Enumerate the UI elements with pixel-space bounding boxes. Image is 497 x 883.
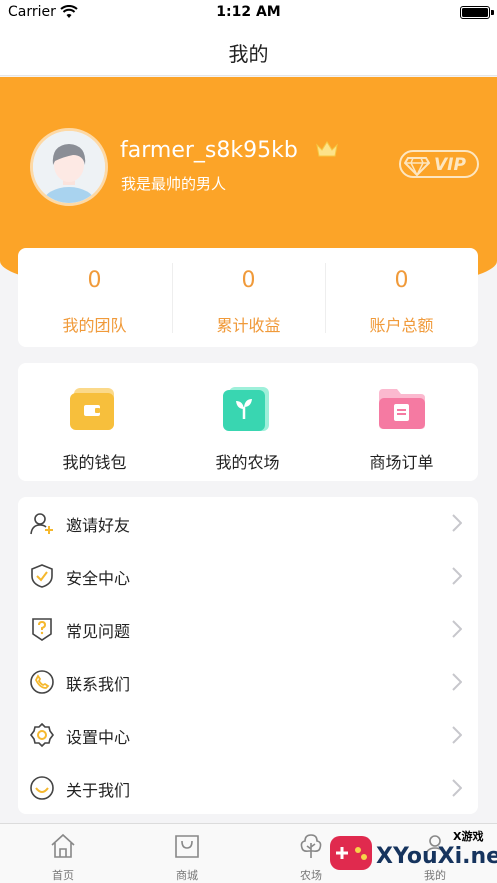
stat-label: 累计收益 [216, 316, 281, 335]
chevron-right-icon [452, 620, 463, 642]
crown-icon [315, 140, 339, 162]
stats-card: 0 我的团队 0 累计收益 0 账户总额 [18, 248, 478, 347]
stat-total-earnings[interactable]: 0 累计收益 [172, 248, 325, 347]
menu-item-contact-us[interactable]: 联系我们 [18, 656, 478, 709]
stat-label: 我的团队 [62, 316, 127, 335]
menu-item-about-us[interactable]: 关于我们 [18, 762, 478, 815]
vip-label: VIP [434, 155, 466, 175]
invite-friend-icon [30, 511, 54, 535]
nav-bar: 我的 [0, 26, 497, 76]
status-bar: Carrier 1:12 AM [0, 0, 497, 26]
menu-label: 关于我们 [66, 781, 131, 800]
quick-actions-card: 我的钱包 我的农场 商场订单 [18, 363, 478, 481]
battery-nub [491, 10, 494, 15]
chevron-right-icon [452, 673, 463, 695]
menu-label: 设置中心 [66, 728, 131, 747]
chevron-right-icon [452, 514, 463, 536]
stat-value: 0 [394, 268, 409, 293]
menu-label: 邀请好友 [66, 516, 131, 535]
my-wallet-button[interactable]: 我的钱包 [18, 363, 171, 481]
security-shield-icon [30, 564, 54, 588]
quick-action-label: 商场订单 [369, 453, 434, 472]
faq-question-icon [30, 617, 54, 641]
menu-item-faq[interactable]: 常见问题 [18, 603, 478, 656]
menu-label: 常见问题 [66, 622, 131, 641]
stat-value: 0 [87, 268, 102, 293]
tab-label: 商城 [176, 869, 198, 882]
watermark-logo: X游戏 XYouXi.net [328, 824, 497, 882]
tab-label: 首页 [52, 869, 74, 882]
chevron-right-icon [452, 567, 463, 589]
order-folder-icon [377, 385, 425, 433]
chevron-right-icon [452, 726, 463, 748]
gamepad-icon [328, 830, 374, 880]
shopping-bag-icon [173, 832, 201, 864]
vip-badge[interactable]: VIP [399, 150, 479, 178]
tab-home[interactable]: 首页 [1, 824, 125, 883]
my-farm-button[interactable]: 我的农场 [171, 363, 324, 481]
watermark-tag: X游戏 [453, 830, 484, 843]
phone-icon [30, 670, 54, 694]
wallet-icon [70, 385, 118, 433]
diamond-icon [403, 156, 431, 180]
mall-orders-button[interactable]: 商场订单 [325, 363, 478, 481]
tree-icon [297, 832, 325, 864]
menu-label: 安全中心 [66, 569, 131, 588]
stat-value: 0 [241, 268, 256, 293]
avatar[interactable] [30, 128, 108, 206]
menu-label: 联系我们 [66, 675, 131, 694]
settings-gear-icon [30, 722, 54, 748]
stat-label: 账户总额 [369, 316, 434, 335]
menu-item-invite-friends[interactable]: 邀请好友 [18, 497, 478, 550]
chevron-right-icon [452, 779, 463, 801]
clock: 1:12 AM [216, 4, 281, 20]
quick-action-label: 我的钱包 [62, 453, 127, 472]
about-smile-icon [30, 776, 54, 800]
tab-mall[interactable]: 商城 [125, 824, 249, 883]
stat-account-balance[interactable]: 0 账户总额 [325, 248, 478, 347]
username: farmer_s8k95kb [120, 138, 298, 163]
page-title: 我的 [228, 42, 269, 66]
menu-item-settings-center[interactable]: 设置中心 [18, 709, 478, 762]
avatar-person-icon [33, 131, 105, 203]
quick-action-label: 我的农场 [215, 453, 280, 472]
stat-my-team[interactable]: 0 我的团队 [18, 248, 171, 347]
watermark-text: XYouXi.net [376, 844, 497, 869]
menu-item-security-center[interactable]: 安全中心 [18, 550, 478, 603]
farm-sprout-icon [223, 385, 271, 433]
battery-icon [460, 6, 490, 19]
user-bio: 我是最帅的男人 [121, 175, 227, 193]
menu-list: 邀请好友 安全中心 常见问题 联系我们 设置中心 关于我们 [18, 497, 478, 814]
home-icon [49, 832, 77, 864]
